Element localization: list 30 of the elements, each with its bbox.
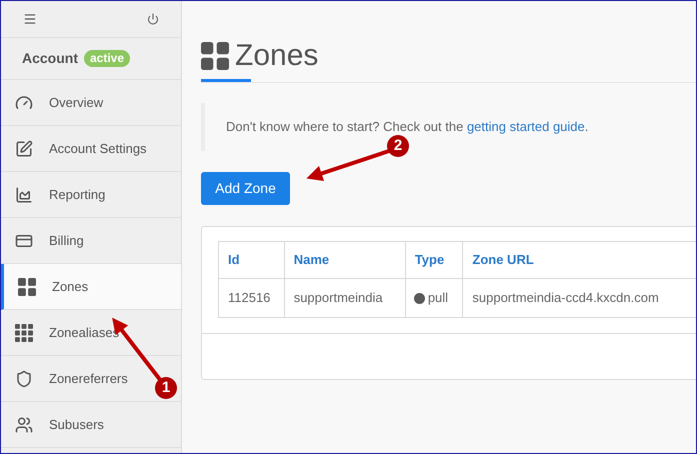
account-label: Account [22, 49, 78, 68]
status-badge: active [84, 50, 130, 67]
guide-link[interactable]: getting started guide [466, 119, 585, 134]
column-header: Zone URL [462, 242, 696, 278]
sidebar-item[interactable]: Account Settings [1, 126, 181, 172]
table-cell: supportmeindia [284, 278, 406, 318]
step-number: 2 [387, 135, 409, 157]
menu-icon[interactable] [23, 12, 37, 26]
grid-icon [201, 42, 229, 70]
sidebar-item[interactable]: Zones [1, 264, 181, 310]
type-text: pull [428, 289, 448, 308]
sidebar-item[interactable]: Reporting [1, 172, 181, 218]
column-header: Id [218, 242, 284, 278]
sidebar-item[interactable]: Zonealiases [1, 310, 181, 356]
sidebar-item[interactable]: Overview [1, 80, 181, 126]
area-chart-icon [15, 186, 33, 204]
notice-text: Don't know where to start? Check out the getting started guide. [226, 118, 588, 136]
shield-icon [15, 370, 33, 388]
sidebar-item[interactable]: Subusers [1, 402, 181, 448]
users-icon [15, 416, 33, 434]
add-zone-button[interactable]: Add Zone [201, 172, 290, 205]
gauge-icon [15, 94, 33, 112]
column-header: Name [284, 242, 406, 278]
column-header: Type [405, 242, 463, 278]
edit-icon [15, 140, 33, 158]
table-cell: 112516 [218, 278, 284, 318]
power-icon[interactable] [147, 13, 159, 25]
grid-icon [18, 278, 36, 296]
grid-icon [15, 324, 33, 342]
page-title: Zones [235, 41, 318, 71]
